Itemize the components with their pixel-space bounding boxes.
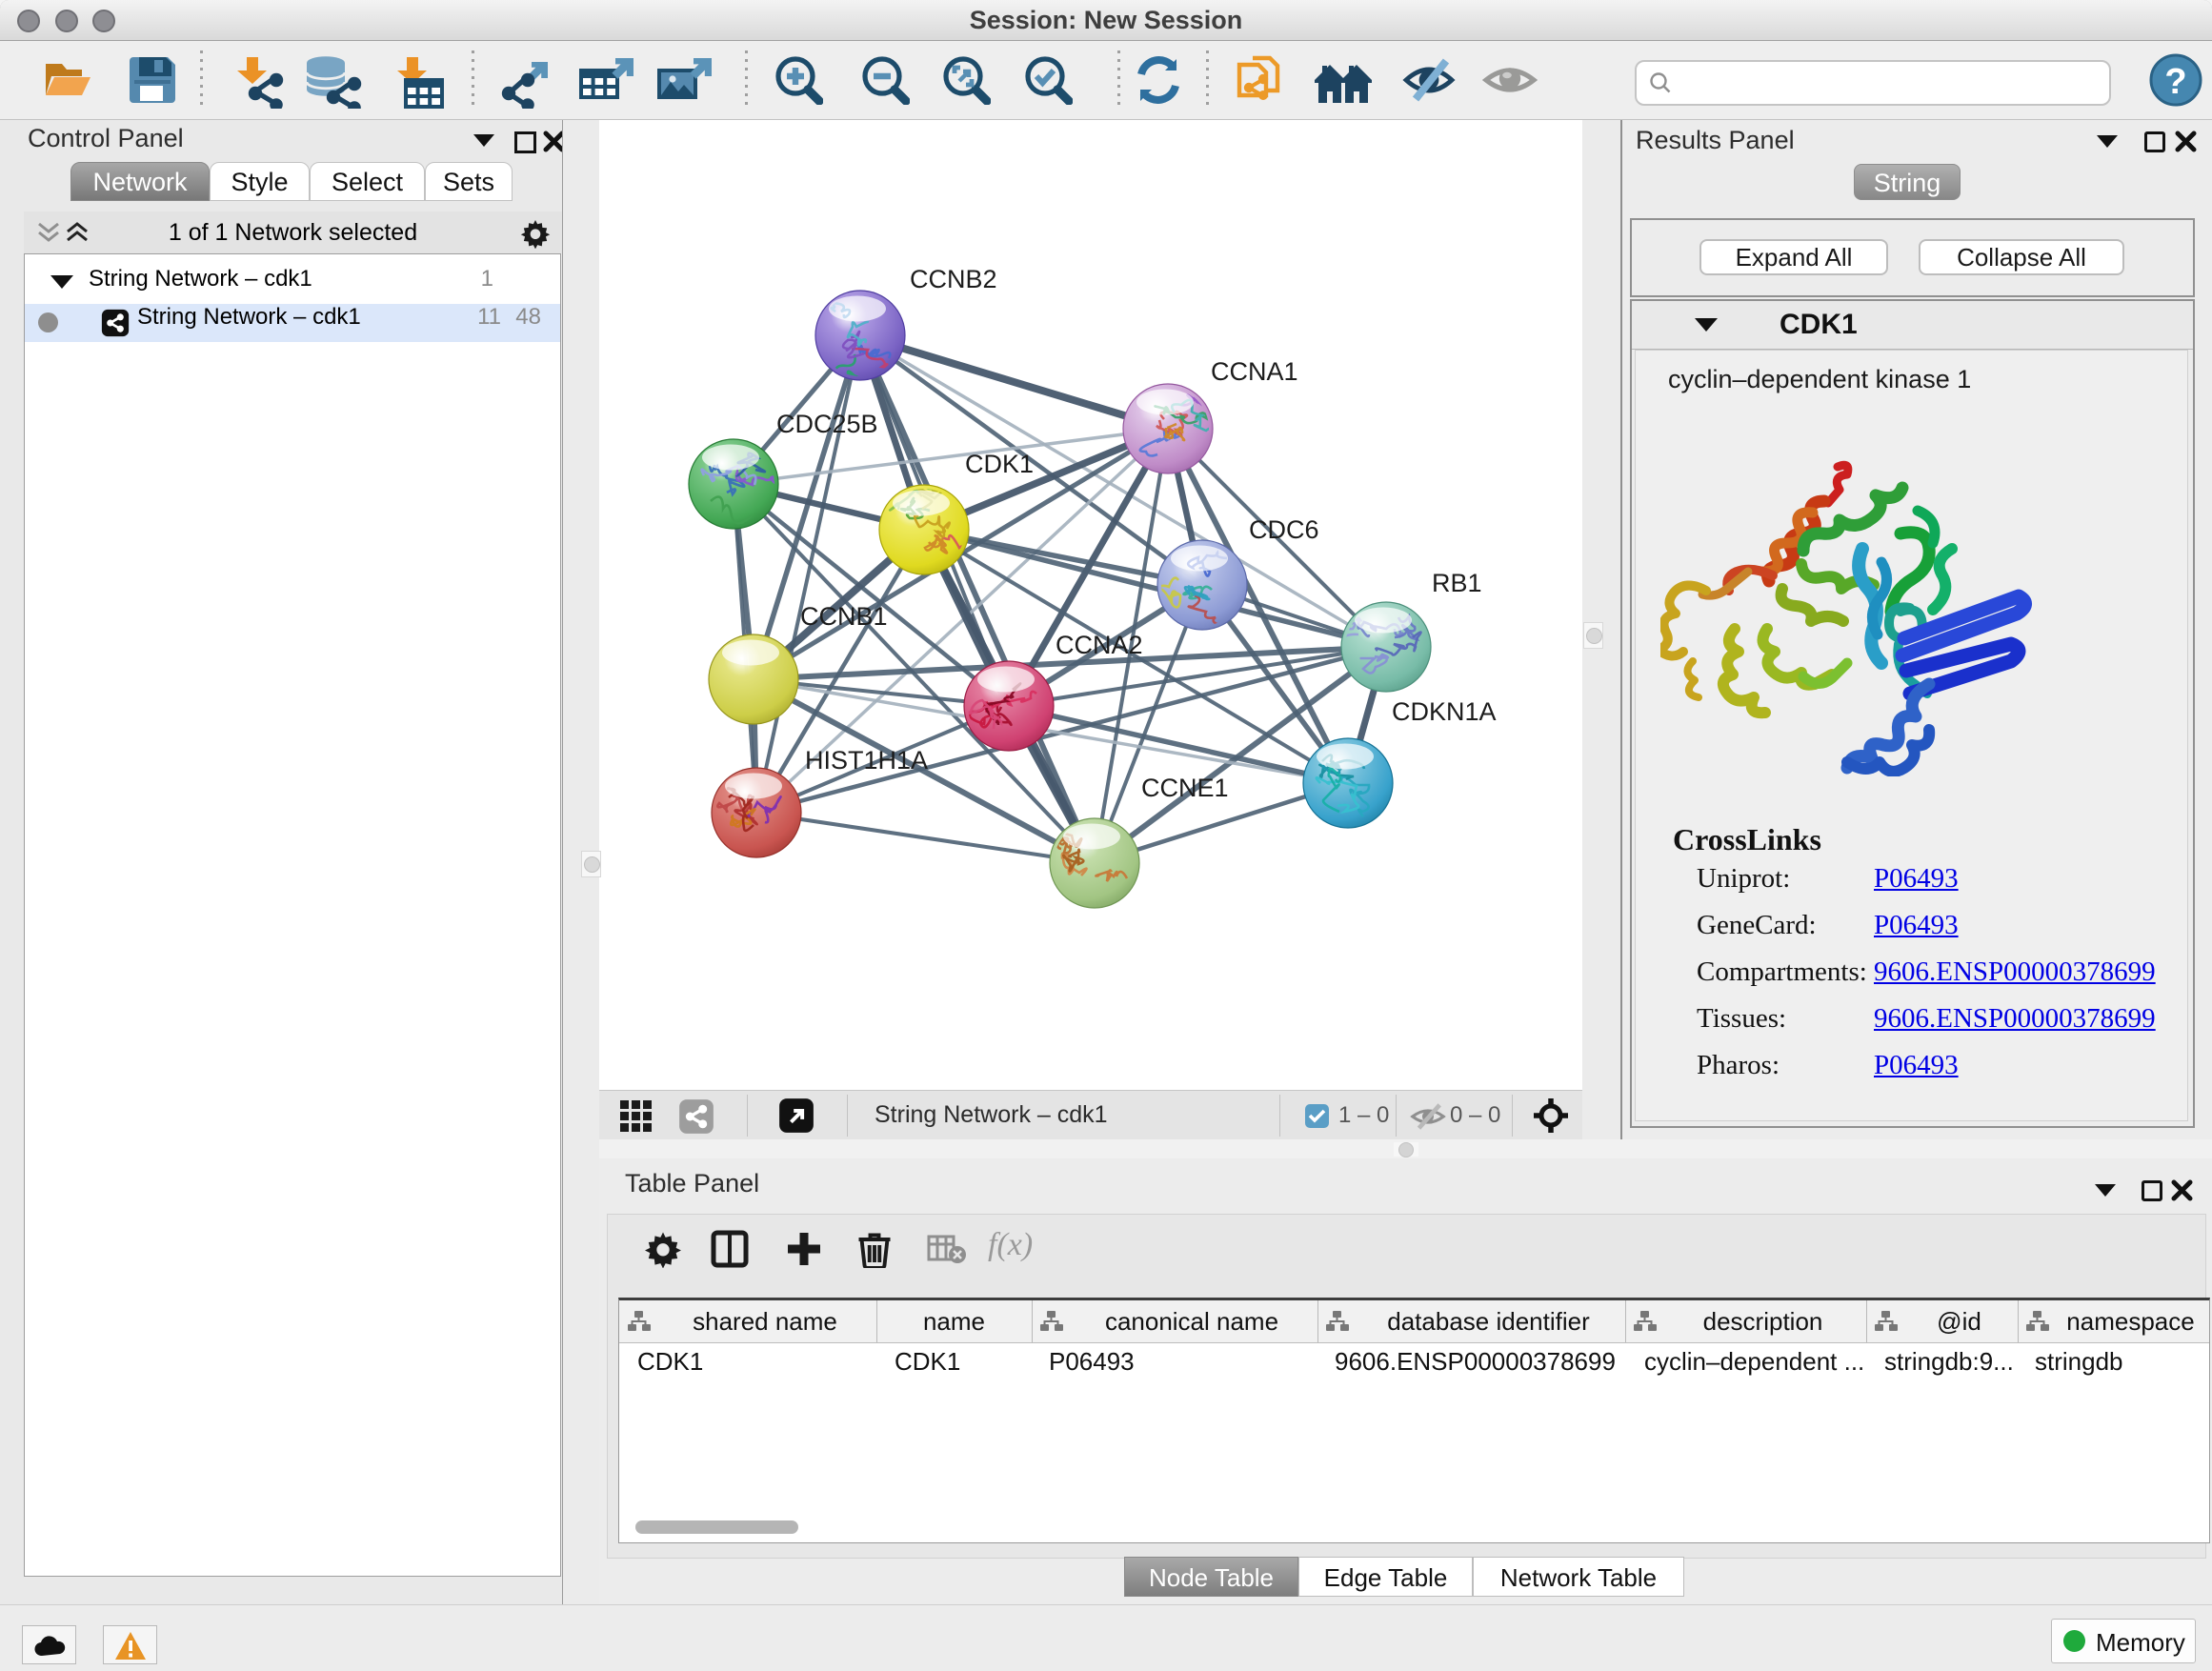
- svg-text:CDC25B: CDC25B: [776, 410, 878, 438]
- svg-text:?: ?: [2164, 62, 2186, 102]
- svg-text:RB1: RB1: [1432, 569, 1482, 597]
- svg-text:CCNA1: CCNA1: [1211, 357, 1298, 386]
- svg-text:CDK1: CDK1: [965, 450, 1034, 478]
- svg-text:CCNE1: CCNE1: [1141, 774, 1229, 802]
- svg-text:HIST1H1A: HIST1H1A: [805, 746, 928, 775]
- svg-text:CDKN1A: CDKN1A: [1392, 697, 1497, 726]
- svg-text:CCNA2: CCNA2: [1056, 631, 1143, 659]
- svg-text:CCNB1: CCNB1: [800, 602, 888, 631]
- svg-text:CDC6: CDC6: [1249, 515, 1319, 544]
- svg-text:CCNB2: CCNB2: [910, 265, 997, 293]
